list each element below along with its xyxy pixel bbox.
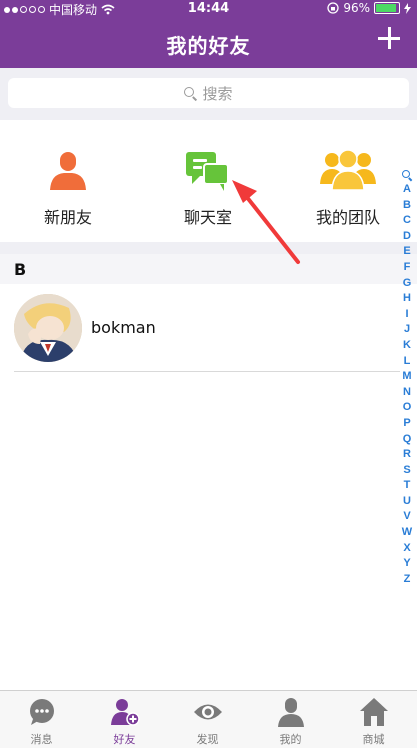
battery-percent: 96% bbox=[343, 1, 370, 15]
my-team-label: 我的团队 bbox=[315, 208, 380, 227]
new-friends-label: 新朋友 bbox=[43, 208, 92, 227]
person-icon bbox=[276, 697, 306, 727]
header: 中国移动 14:44 96% 我的好友 bbox=[0, 0, 417, 68]
plus-icon[interactable] bbox=[375, 24, 403, 52]
index-letter[interactable]: Y bbox=[400, 556, 414, 572]
index-letter[interactable]: F bbox=[400, 260, 414, 276]
charging-icon bbox=[404, 2, 411, 14]
page-title: 我的好友 bbox=[166, 34, 251, 58]
contact-name: bokman bbox=[91, 318, 156, 337]
section-letter: B bbox=[14, 260, 27, 279]
index-letter[interactable]: C bbox=[400, 213, 414, 229]
index-letter[interactable]: E bbox=[400, 244, 414, 260]
tab-discover[interactable]: 发现 bbox=[166, 697, 249, 747]
search-icon bbox=[184, 87, 196, 99]
list-item[interactable]: bokman bbox=[0, 284, 400, 372]
home-icon bbox=[359, 697, 389, 727]
index-letter[interactable]: K bbox=[400, 338, 414, 354]
index-letter[interactable]: U bbox=[400, 494, 414, 510]
index-letter[interactable]: S bbox=[400, 463, 414, 479]
index-letter[interactable]: Q bbox=[400, 432, 414, 448]
tab-label: 消息 bbox=[30, 733, 53, 746]
index-letter[interactable]: A bbox=[400, 182, 414, 198]
tab-label: 我的 bbox=[279, 733, 302, 746]
search-placeholder: 搜索 bbox=[202, 84, 233, 103]
tab-label: 发现 bbox=[196, 733, 219, 746]
new-friends-button[interactable]: 新朋友 bbox=[8, 146, 128, 228]
section-separator bbox=[0, 242, 417, 254]
tab-me[interactable]: 我的 bbox=[249, 697, 332, 747]
index-letter[interactable]: V bbox=[400, 509, 414, 525]
eye-icon bbox=[193, 697, 223, 727]
status-bar: 中国移动 14:44 96% bbox=[0, 0, 417, 18]
new-friend-icon bbox=[44, 146, 92, 194]
divider bbox=[14, 371, 400, 372]
team-icon bbox=[320, 146, 376, 194]
quick-actions: 新朋友 聊天室 我的团队 bbox=[0, 120, 417, 242]
battery-icon bbox=[374, 2, 400, 14]
status-right: 96% bbox=[327, 1, 411, 15]
index-letter[interactable]: J bbox=[400, 322, 414, 338]
index-letter[interactable]: O bbox=[400, 400, 414, 416]
index-letter[interactable]: T bbox=[400, 478, 414, 494]
index-letter[interactable]: Z bbox=[400, 572, 414, 588]
chat-room-label: 聊天室 bbox=[183, 208, 232, 227]
index-letter[interactable]: D bbox=[400, 229, 414, 245]
index-search-icon[interactable] bbox=[402, 170, 412, 180]
message-icon bbox=[27, 697, 57, 727]
index-letter[interactable]: I bbox=[400, 307, 414, 323]
index-letter[interactable]: B bbox=[400, 198, 414, 214]
search-input[interactable]: 搜索 bbox=[8, 78, 409, 108]
index-letter[interactable]: W bbox=[400, 525, 414, 541]
nav-bar: 我的好友 bbox=[0, 18, 417, 68]
my-team-button[interactable]: 我的团队 bbox=[288, 146, 408, 228]
tab-mall[interactable]: 商城 bbox=[332, 697, 415, 747]
chat-room-button[interactable]: 聊天室 bbox=[148, 146, 268, 228]
chat-room-icon bbox=[184, 146, 232, 194]
index-letter[interactable]: R bbox=[400, 447, 414, 463]
tab-friends[interactable]: 好友 bbox=[83, 697, 166, 747]
index-letter[interactable]: X bbox=[400, 541, 414, 557]
friends-icon bbox=[110, 697, 140, 727]
index-letter[interactable]: M bbox=[400, 369, 414, 385]
tab-bar: 消息 好友 发现 我的 商城 bbox=[0, 690, 417, 748]
index-letter[interactable]: N bbox=[400, 385, 414, 401]
index-letter[interactable]: L bbox=[400, 354, 414, 370]
tab-label: 商城 bbox=[362, 733, 385, 746]
rotation-lock-icon bbox=[327, 2, 339, 14]
index-letter[interactable]: H bbox=[400, 291, 414, 307]
alphabet-index[interactable]: ABCDEFGHIJKLMNOPQRSTUVWXYZ bbox=[400, 168, 414, 587]
index-letter[interactable]: G bbox=[400, 276, 414, 292]
index-letter[interactable]: P bbox=[400, 416, 414, 432]
tab-messages[interactable]: 消息 bbox=[0, 697, 83, 747]
section-header: B bbox=[0, 254, 417, 284]
tab-label: 好友 bbox=[113, 733, 136, 746]
avatar bbox=[14, 294, 82, 362]
search-bar: 搜索 bbox=[0, 68, 417, 120]
